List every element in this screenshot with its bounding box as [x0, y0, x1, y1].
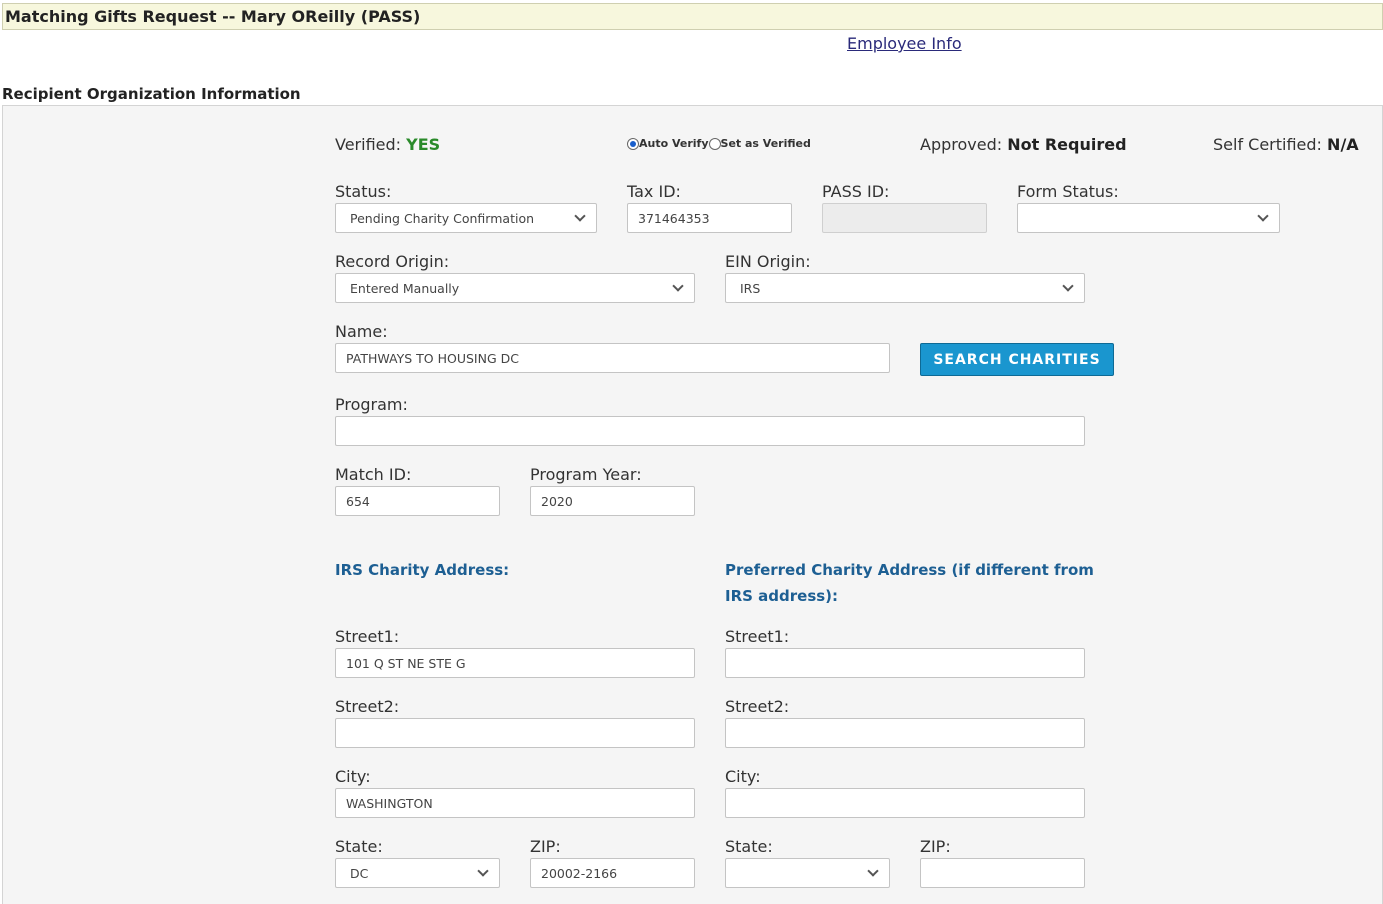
self-certified-value: N/A [1327, 135, 1359, 154]
pref-state-label: State: [725, 837, 773, 856]
irs-address-heading: IRS Charity Address: [335, 561, 510, 579]
chevron-down-icon [672, 280, 684, 292]
irs-street1-field[interactable]: 101 Q ST NE STE G [335, 648, 695, 678]
pref-zip-field[interactable] [920, 858, 1085, 888]
verified-label: Verified: [335, 135, 402, 154]
approved-value: Not Required [1007, 135, 1127, 154]
status-value: Pending Charity Confirmation [350, 210, 535, 226]
record-origin-select[interactable]: Entered Manually [335, 273, 695, 303]
irs-street2-label: Street2: [335, 697, 400, 716]
record-origin-label: Record Origin: [335, 252, 450, 271]
auto-verify-label: Auto Verify [639, 137, 709, 150]
employee-info-link[interactable]: Employee Info [847, 34, 962, 53]
pass-id-label: PASS ID: [822, 182, 890, 201]
tax-id-label: Tax ID: [627, 182, 681, 201]
match-id-label: Match ID: [335, 465, 412, 484]
pref-street2-field[interactable] [725, 718, 1085, 748]
set-as-verified-radio[interactable] [708, 137, 721, 150]
form-status-label: Form Status: [1017, 182, 1119, 201]
auto-verify-radio[interactable] [627, 137, 639, 150]
form-status-select[interactable] [1017, 203, 1280, 233]
pref-city-field[interactable] [725, 788, 1085, 818]
record-origin-value: Entered Manually [350, 280, 460, 296]
preferred-address-heading: Preferred Charity Address (if different … [725, 557, 1094, 609]
irs-city-label: City: [335, 767, 371, 786]
program-year-label: Program Year: [530, 465, 642, 484]
self-certified-status: Self Certified: N/A [1213, 135, 1359, 154]
pref-street1-label: Street1: [725, 627, 790, 646]
pref-zip-label: ZIP: [920, 837, 951, 856]
preferred-address-heading-line1: Preferred Charity Address (if different … [725, 561, 1094, 579]
irs-state-label: State: [335, 837, 383, 856]
status-label: Status: [335, 182, 392, 201]
preferred-address-heading-line2: IRS address): [725, 587, 839, 605]
verify-radio-group: Auto Verify Set as Verified [627, 137, 811, 150]
chevron-down-icon [477, 865, 489, 877]
chevron-down-icon [1257, 210, 1269, 222]
approved-status: Approved: Not Required [920, 135, 1127, 154]
program-label: Program: [335, 395, 408, 414]
irs-street2-field[interactable] [335, 718, 695, 748]
approved-label: Approved: [920, 135, 1003, 154]
search-charities-button[interactable]: SEARCH CHARITIES [920, 343, 1114, 376]
ein-origin-value: IRS [740, 280, 761, 296]
irs-street1-label: Street1: [335, 627, 400, 646]
chevron-down-icon [867, 865, 879, 877]
chevron-down-icon [1062, 280, 1074, 292]
pref-street1-field[interactable] [725, 648, 1085, 678]
irs-zip-label: ZIP: [530, 837, 561, 856]
status-select[interactable]: Pending Charity Confirmation [335, 203, 597, 233]
ein-origin-label: EIN Origin: [725, 252, 811, 271]
self-certified-label: Self Certified: [1213, 135, 1322, 154]
match-id-field[interactable]: 654 [335, 486, 500, 516]
irs-city-field[interactable]: WASHINGTON [335, 788, 695, 818]
section-title: Recipient Organization Information [2, 85, 301, 103]
verified-value: YES [406, 135, 441, 154]
page-title: Matching Gifts Request -- Mary OReilly (… [2, 3, 1383, 30]
chevron-down-icon [574, 210, 586, 222]
name-label: Name: [335, 322, 388, 341]
irs-state-value: DC [350, 865, 369, 881]
program-field[interactable] [335, 416, 1085, 446]
pref-state-select[interactable] [725, 858, 890, 888]
verified-status: Verified: YES [335, 135, 440, 154]
ein-origin-select[interactable]: IRS [725, 273, 1085, 303]
pass-id-field [822, 203, 987, 233]
irs-state-select[interactable]: DC [335, 858, 500, 888]
pref-street2-label: Street2: [725, 697, 790, 716]
program-year-field[interactable]: 2020 [530, 486, 695, 516]
tax-id-field[interactable]: 371464353 [627, 203, 792, 233]
set-as-verified-label: Set as Verified [720, 137, 811, 150]
pref-city-label: City: [725, 767, 761, 786]
name-field[interactable]: PATHWAYS TO HOUSING DC [335, 343, 890, 373]
irs-zip-field[interactable]: 20002-2166 [530, 858, 695, 888]
